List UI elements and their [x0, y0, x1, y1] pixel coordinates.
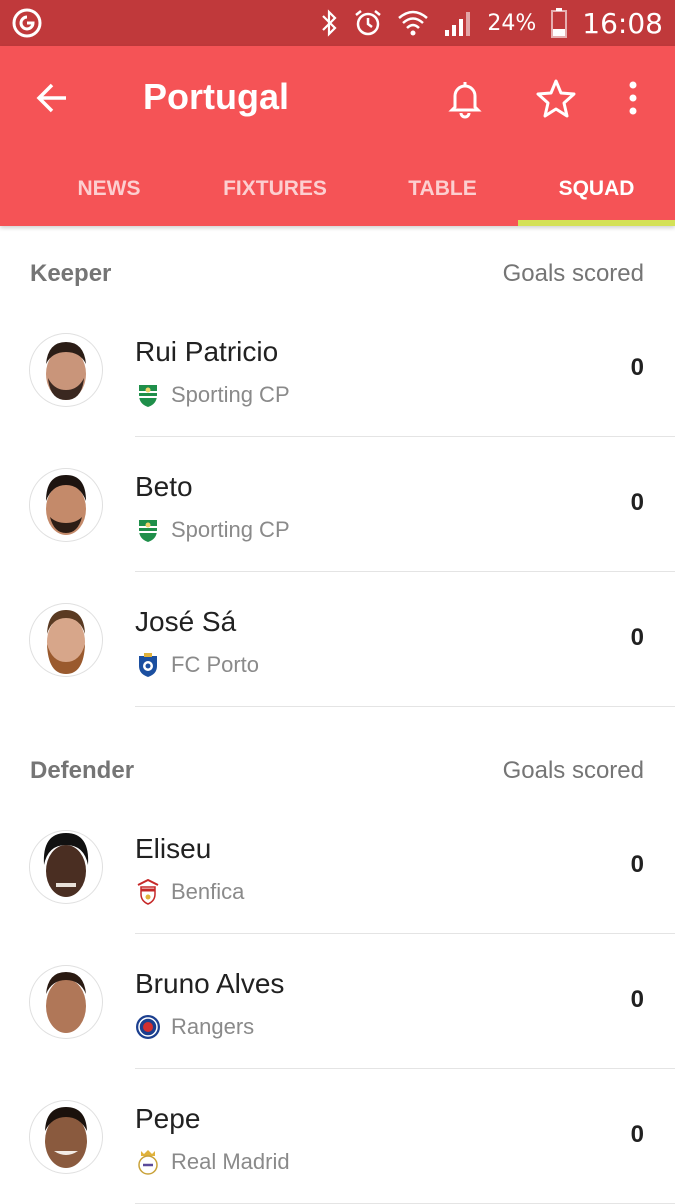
section-header-defender: Defender Goals scored: [0, 743, 675, 803]
avatar: [30, 334, 102, 406]
porto-crest-icon: [139, 653, 157, 677]
club-name: FC Porto: [171, 652, 260, 677]
tab-fixtures[interactable]: FIXTURES: [200, 166, 350, 222]
star-icon[interactable]: [534, 76, 578, 120]
player-club: Benfica: [135, 877, 244, 907]
real-madrid-crest-icon: [138, 1150, 158, 1175]
tab-news[interactable]: NEWS: [40, 166, 178, 222]
player-row[interactable]: Bruno Alves Rangers 0: [0, 934, 675, 1069]
tab-table[interactable]: TABLE: [380, 166, 505, 222]
avatar: [30, 831, 102, 903]
tab-bar: NEWS FIXTURES TABLE SQUAD: [0, 166, 675, 226]
divider: [135, 706, 675, 707]
page-title: Portugal: [143, 76, 290, 117]
club-name: Sporting CP: [171, 382, 290, 407]
sporting-crest-icon: [139, 520, 157, 542]
player-name: Eliseu: [135, 833, 212, 864]
player-row[interactable]: Pepe Real Madrid 0: [0, 1069, 675, 1204]
avatar: [30, 966, 102, 1038]
avatar: [30, 604, 102, 676]
player-club: Sporting CP: [135, 380, 290, 410]
alarm-icon: [353, 8, 383, 38]
goals-value: 0: [630, 489, 644, 516]
player-club: Real Madrid: [135, 1147, 290, 1177]
goals-column-label: Goals scored: [502, 757, 644, 784]
section-header-keeper: Keeper Goals scored: [0, 246, 675, 306]
signal-icon: [443, 8, 473, 38]
player-name: José Sá: [135, 606, 237, 637]
player-club: Rangers: [135, 1012, 254, 1042]
tab-squad[interactable]: SQUAD: [518, 166, 675, 222]
goals-value: 0: [630, 624, 644, 651]
player-row[interactable]: Beto Sporting CP 0: [0, 437, 675, 572]
goals-column-label: Goals scored: [502, 260, 644, 287]
club-name: Real Madrid: [171, 1149, 290, 1174]
player-row[interactable]: José Sá FC Porto 0: [0, 572, 675, 707]
status-bar: 24% 16:08: [0, 0, 675, 46]
benfica-crest-icon: [137, 879, 159, 905]
player-name: Rui Patricio: [135, 336, 279, 367]
app-bar: Portugal NEWS FIXTURES TABLE SQUAD: [0, 46, 675, 226]
player-row[interactable]: Rui Patricio Sporting CP 0: [0, 302, 675, 437]
player-row[interactable]: Eliseu Benfica 0: [0, 799, 675, 934]
section-title: Defender: [30, 757, 135, 784]
wifi-icon: [397, 8, 429, 38]
clock: 16:08: [582, 6, 663, 40]
player-club: Sporting CP: [135, 515, 290, 545]
club-name: Sporting CP: [171, 517, 290, 542]
player-name: Beto: [135, 471, 193, 502]
section-title: Keeper: [30, 260, 112, 287]
battery-percent: 24%: [487, 10, 537, 36]
rangers-crest-icon: [136, 1015, 160, 1039]
more-vert-icon[interactable]: [616, 76, 650, 120]
avatar: [30, 1101, 102, 1173]
player-club: FC Porto: [135, 650, 259, 680]
sporting-crest-icon: [139, 385, 157, 407]
goals-value: 0: [630, 851, 644, 878]
player-name: Pepe: [135, 1103, 201, 1134]
goals-value: 0: [630, 354, 644, 381]
back-arrow-icon[interactable]: [30, 76, 74, 120]
tab-indicator: [518, 220, 675, 226]
goals-value: 0: [630, 1121, 644, 1148]
player-name: Bruno Alves: [135, 968, 285, 999]
avatar: [30, 469, 102, 541]
club-name: Benfica: [171, 879, 245, 904]
bluetooth-icon: [319, 8, 339, 38]
club-name: Rangers: [171, 1014, 255, 1039]
goals-value: 0: [630, 986, 644, 1013]
battery-icon: [550, 7, 568, 39]
app-notification-icon: [12, 8, 42, 38]
bell-icon[interactable]: [444, 76, 486, 120]
